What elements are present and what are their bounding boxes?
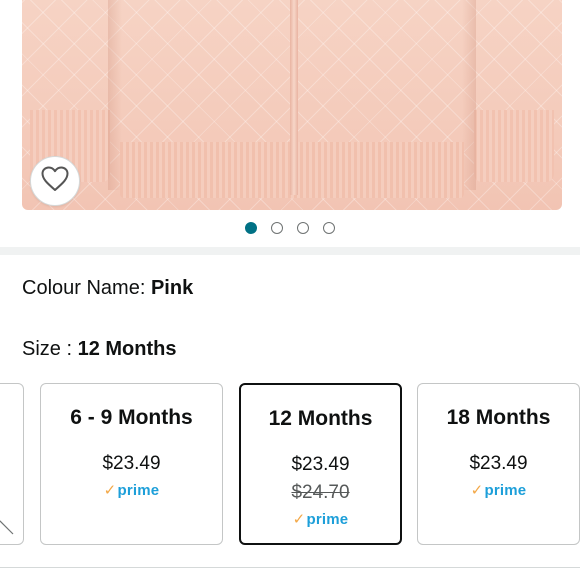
size-option-price: $23.49 (102, 453, 161, 474)
carousel-dot-2[interactable] (271, 222, 283, 234)
jacket-photo (22, 0, 562, 210)
size-row: Size : 12 Months (22, 338, 177, 361)
prime-check-icon: ✓ (103, 482, 117, 499)
carousel-dot-4[interactable] (323, 222, 335, 234)
prime-check-icon: ✓ (470, 482, 484, 499)
prime-badge: ✓ prime (292, 511, 349, 528)
size-option-18-months[interactable]: 18 Months $23.49 ✓ prime (417, 383, 580, 545)
size-option-partial[interactable] (0, 383, 24, 545)
size-option-title: 6 - 9 Months (70, 406, 193, 429)
colour-name-row: Colour Name: Pink (22, 277, 193, 300)
wishlist-button[interactable] (30, 156, 80, 206)
bottom-divider (0, 567, 580, 568)
right-cuff (474, 110, 554, 182)
jacket-zipper (290, 0, 298, 195)
carousel-dot-3[interactable] (297, 222, 309, 234)
carousel-dots (0, 222, 580, 234)
size-option-title: 12 Months (268, 407, 373, 430)
product-image[interactable] (0, 0, 580, 210)
size-label: Size : (22, 338, 73, 360)
size-option-12-months[interactable]: 12 Months $23.49 $24.70 ✓ prime (239, 383, 402, 545)
prime-badge: ✓ prime (103, 482, 160, 499)
size-option-title: 18 Months (446, 406, 551, 429)
size-option-price: $23.49 (291, 454, 350, 475)
colour-label: Colour Name: (22, 277, 146, 299)
size-option-old-price: $24.70 (291, 482, 350, 503)
carousel-dot-1[interactable] (245, 222, 257, 234)
prime-badge: ✓ prime (470, 482, 527, 499)
colour-value: Pink (150, 277, 194, 299)
scroll-edge-icon (0, 520, 14, 535)
prime-check-icon: ✓ (292, 511, 306, 528)
size-option-6-9-months[interactable]: 6 - 9 Months $23.49 ✓ prime (40, 383, 223, 545)
right-sleeve-shadow (462, 0, 476, 190)
heart-outline-icon (41, 166, 69, 197)
size-option-price: $23.49 (469, 453, 528, 474)
section-divider (0, 247, 580, 255)
size-value: 12 Months (77, 338, 177, 360)
